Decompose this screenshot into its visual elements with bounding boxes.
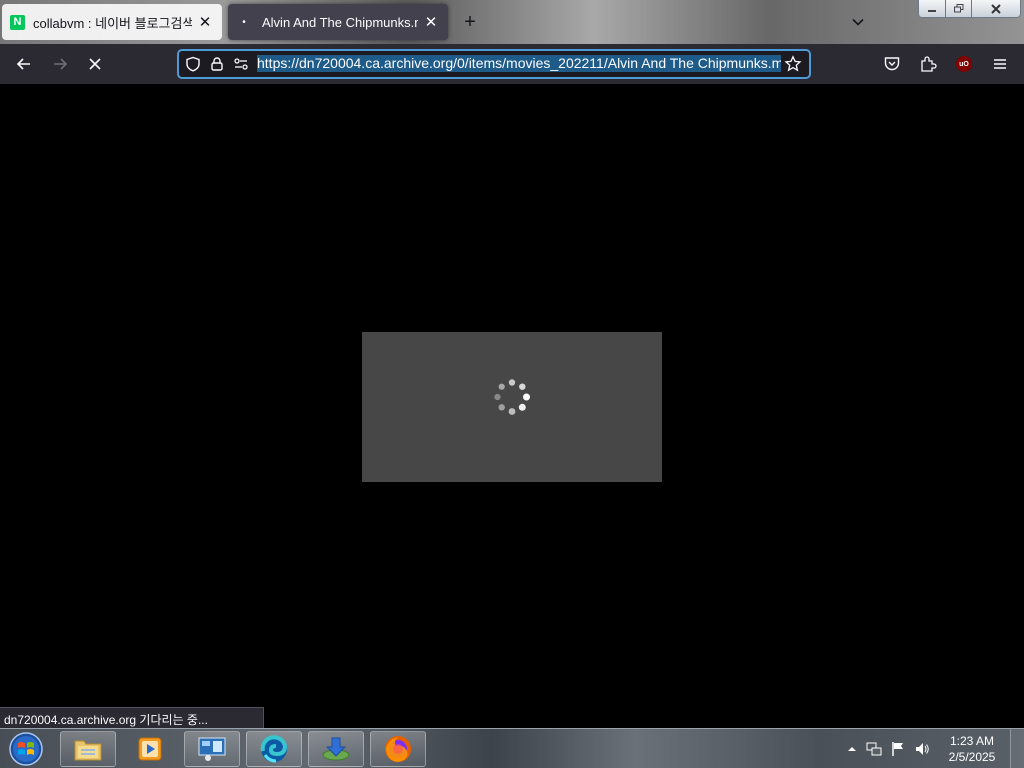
naver-favicon-icon: N bbox=[10, 14, 25, 30]
arrow-right-icon bbox=[54, 58, 68, 70]
volume-tray-icon[interactable] bbox=[914, 741, 930, 757]
tracking-protection-shield-icon[interactable] bbox=[181, 52, 205, 76]
tab-close-icon[interactable]: ✕ bbox=[196, 13, 214, 31]
tab-title: collabvm : 네이버 블로그검색 bbox=[33, 15, 192, 31]
app-menu-button[interactable] bbox=[986, 50, 1014, 78]
minimize-icon bbox=[928, 9, 936, 12]
video-page bbox=[0, 84, 1024, 728]
status-panel: dn720004.ca.archive.org 기다리는 중... bbox=[0, 707, 264, 729]
taskbar-media-player-button[interactable] bbox=[122, 731, 178, 767]
extensions-button[interactable] bbox=[914, 50, 942, 78]
hamburger-menu-icon bbox=[994, 59, 1006, 69]
speaker-icon bbox=[916, 743, 929, 755]
windows-logo-icon bbox=[9, 732, 43, 766]
download-manager-icon bbox=[322, 737, 350, 761]
new-tab-button[interactable]: + bbox=[456, 8, 484, 36]
dot-icon: • bbox=[242, 16, 246, 28]
arrow-left-icon bbox=[16, 58, 30, 70]
pocket-button[interactable] bbox=[878, 50, 906, 78]
clock-date: 2/5/2025 bbox=[948, 750, 996, 764]
restore-icon bbox=[953, 4, 963, 13]
network-tray-icon[interactable] bbox=[866, 741, 882, 757]
ublock-origin-button[interactable]: uO bbox=[950, 50, 978, 78]
url-bar[interactable]: https://dn720004.ca.archive.org/0/items/… bbox=[177, 49, 811, 79]
clock-time: 1:23 AM bbox=[949, 734, 995, 748]
firefox-icon bbox=[385, 736, 411, 762]
windows-taskbar: 1:23 AM 2/5/2025 bbox=[0, 728, 1024, 768]
tab-naver-blog[interactable]: N collabvm : 네이버 블로그검색 ✕ bbox=[2, 4, 222, 40]
window-restore-button[interactable] bbox=[945, 0, 972, 18]
ublock-origin-icon: uO bbox=[956, 56, 972, 72]
chevron-up-icon bbox=[848, 747, 856, 751]
edge-icon bbox=[260, 735, 288, 763]
puzzle-piece-icon bbox=[921, 56, 937, 72]
start-button[interactable] bbox=[6, 730, 46, 768]
list-all-tabs-button[interactable] bbox=[844, 8, 872, 36]
tab-close-icon[interactable]: ✕ bbox=[422, 13, 440, 31]
taskbar-edge-button[interactable] bbox=[246, 731, 302, 767]
remote-desktop-icon bbox=[198, 737, 226, 761]
show-hidden-icons-button[interactable] bbox=[844, 741, 860, 757]
lock-icon[interactable] bbox=[205, 52, 229, 76]
tab-alvin-video[interactable]: • Alvin And The Chipmunks.mp4 ✕ bbox=[228, 4, 448, 40]
close-icon bbox=[991, 3, 1001, 14]
taskbar-clock[interactable]: 1:23 AM 2/5/2025 bbox=[936, 733, 1008, 765]
stop-x-icon bbox=[89, 58, 101, 70]
chevron-down-icon bbox=[852, 18, 864, 26]
media-player-icon bbox=[138, 737, 162, 761]
flag-icon bbox=[892, 742, 903, 756]
taskbar-explorer-button[interactable] bbox=[60, 731, 116, 767]
window-minimize-button[interactable] bbox=[918, 0, 946, 18]
system-tray: 1:23 AM 2/5/2025 bbox=[840, 729, 1024, 768]
taskbar-remote-desktop-button[interactable] bbox=[184, 731, 240, 767]
url-text-container[interactable]: https://dn720004.ca.archive.org/0/items/… bbox=[257, 55, 781, 73]
forward-button[interactable] bbox=[46, 50, 74, 78]
taskbar-download-manager-button[interactable] bbox=[308, 731, 364, 767]
back-button[interactable] bbox=[10, 50, 38, 78]
taskbar-firefox-button[interactable] bbox=[370, 731, 426, 767]
loading-spinner-icon bbox=[494, 379, 530, 415]
show-desktop-button[interactable] bbox=[1010, 729, 1024, 768]
navigation-toolbar: https://dn720004.ca.archive.org/0/items/… bbox=[0, 44, 1024, 84]
url-text[interactable]: https://dn720004.ca.archive.org/0/items/… bbox=[257, 55, 781, 72]
tab-strip: N collabvm : 네이버 블로그검색 ✕ • Alvin And The… bbox=[0, 0, 1024, 44]
permissions-icon[interactable] bbox=[229, 52, 253, 76]
stop-loading-button[interactable] bbox=[81, 50, 109, 78]
tab-title: Alvin And The Chipmunks.mp4 bbox=[262, 14, 418, 30]
network-icon bbox=[866, 742, 882, 756]
folder-icon bbox=[74, 740, 102, 761]
pocket-icon bbox=[884, 57, 900, 71]
bookmark-star-icon[interactable] bbox=[781, 52, 805, 76]
window-close-button[interactable] bbox=[971, 0, 1021, 18]
video-player[interactable] bbox=[362, 332, 662, 482]
action-center-tray-icon[interactable] bbox=[890, 741, 906, 757]
